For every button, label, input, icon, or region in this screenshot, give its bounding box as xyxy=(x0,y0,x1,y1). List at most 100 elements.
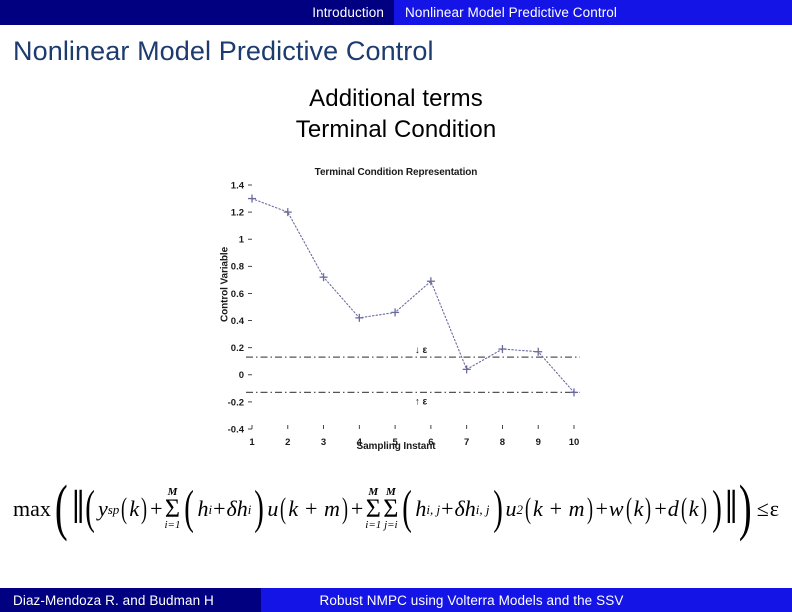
banner-label-current: Nonlinear Model Predictive Control xyxy=(405,5,617,20)
chart-x-ticks: 1 2 3 4 5 6 7 8 9 10 xyxy=(249,425,579,448)
eq-plus-1: + xyxy=(150,496,163,521)
eq-sum-3: M Σ j=i xyxy=(383,487,398,530)
eq-paren-w-open: ( xyxy=(625,492,632,525)
eq-plus-4: + xyxy=(441,496,454,521)
eq-epsilon: ε xyxy=(769,496,780,521)
eq-close-norm-bars: ‖ xyxy=(724,480,739,534)
eq-sum-3-lower: j=i xyxy=(384,518,398,531)
footer-authors: Diaz-Mendoza R. and Budman H xyxy=(13,592,214,608)
chart-y-tick-label: -0.2 xyxy=(228,397,244,408)
eq-paren-h1-open: ( xyxy=(184,480,195,534)
chart-x-tick-label: 8 xyxy=(500,437,505,448)
chart-y-tick-label: 0.6 xyxy=(231,289,244,300)
subtitle-block: Additional terms Terminal Condition xyxy=(0,83,792,145)
banner-section-introduction[interactable]: Introduction xyxy=(0,0,394,25)
chart-upper-epsilon-annotation: ↓ ε xyxy=(415,345,428,356)
eq-relation: ≤ xyxy=(756,496,769,521)
footer-bar: Diaz-Mendoza R. and Budman H Robust NMPC… xyxy=(0,588,792,612)
eq-paren-w-close: ) xyxy=(645,492,652,525)
chart-y-tick-label: 1 xyxy=(239,235,245,246)
eq-paren-km2-close: ) xyxy=(586,492,593,525)
eq-sum-3-glyph: Σ xyxy=(383,494,399,524)
eq-paren-k-open: ( xyxy=(121,492,128,525)
chart-x-tick-label: 5 xyxy=(392,437,398,448)
eq-paren-d-open: ( xyxy=(680,492,687,525)
chart-y-tick-label: 0.4 xyxy=(231,316,245,327)
chart-data-point xyxy=(248,194,256,203)
eq-delta-h-ij-sub: i, j xyxy=(475,501,490,517)
chart-data-point xyxy=(462,365,471,374)
chart-x-tick-label: 6 xyxy=(428,437,433,448)
chart-x-tick-label: 2 xyxy=(285,437,290,448)
chart-epsilon-annotations: ↓ ε ↑ ε xyxy=(415,345,428,407)
eq-k-plus-m-2: k + m xyxy=(533,496,585,521)
chart-lower-epsilon-annotation: ↑ ε xyxy=(415,396,428,407)
chart-series-markers xyxy=(248,194,578,397)
footer-authors-section: Diaz-Mendoza R. and Budman H xyxy=(0,588,261,612)
subtitle-line-1: Additional terms xyxy=(309,85,483,112)
chart-series-line xyxy=(251,198,575,393)
eq-paren-h2-close: ) xyxy=(492,480,503,534)
subtitle-line-2: Terminal Condition xyxy=(295,116,497,143)
eq-plus-3: + xyxy=(350,496,364,521)
chart-data-point xyxy=(498,345,507,354)
eq-sum-2-lower: i=1 xyxy=(365,518,382,531)
eq-sum-1: M Σ i=1 xyxy=(165,487,181,530)
chart-y-tick-label: 0.8 xyxy=(231,262,244,273)
eq-k-1: k xyxy=(129,496,140,521)
eq-w: w xyxy=(608,496,624,521)
chart-y-tick-label: 1.2 xyxy=(231,208,244,219)
terminal-condition-equation: max ( ‖ ( y sp (k) + M Σ i=1 (h i + δh i) u(… xyxy=(12,473,780,542)
eq-delta-h-ij: δh xyxy=(454,496,476,521)
footer-paper-title: Robust NMPC using Volterra Models and th… xyxy=(319,592,624,608)
eq-plus-2: + xyxy=(213,496,226,521)
chart-x-tick-label: 4 xyxy=(357,437,363,448)
eq-h-ij-sub: i, j xyxy=(426,501,441,517)
equation-block: max ( ‖ ( y sp (k) + M Σ i=1 (h i + δh i) u(… xyxy=(0,466,792,552)
chart-x-tick-label: 3 xyxy=(321,437,326,448)
eq-sum-1-lower: i=1 xyxy=(164,518,181,531)
eq-d: d xyxy=(667,496,679,521)
eq-paren-k-close: ) xyxy=(141,492,148,525)
eq-paren-d-close: ) xyxy=(700,492,707,525)
chart-x-tick-label: 1 xyxy=(249,437,255,448)
eq-delta-h-i-sub: i xyxy=(247,501,252,517)
eq-sum-2: M Σ i=1 xyxy=(365,487,381,530)
eq-max-label: max xyxy=(12,496,51,521)
eq-h-ij: h xyxy=(415,496,427,521)
chart-y-tick-label: 1.4 xyxy=(231,180,245,191)
eq-h-i: h xyxy=(197,496,209,521)
eq-y-sp-superscript: sp xyxy=(107,501,120,517)
eq-plus-5: + xyxy=(595,496,608,521)
eq-open-paren-inner: ( xyxy=(85,480,95,534)
chart-y-ticks: 1.4 1.2 1 0.8 0.6 0.4 0.2 0 -0.2 -0.4 xyxy=(228,180,252,435)
eq-k-2: k xyxy=(633,496,644,521)
eq-paren-km1-open: ( xyxy=(280,492,287,525)
eq-plus-6: + xyxy=(654,496,667,521)
chart-plot-area: 1.4 1.2 1 0.8 0.6 0.4 0.2 0 -0.2 -0.4 1 2 3 4 5 6 7 8 9 10… xyxy=(228,180,580,448)
eq-delta-h-i: δh xyxy=(226,496,248,521)
eq-k-plus-m-1: k + m xyxy=(288,496,340,521)
eq-open-paren-outer: ( xyxy=(54,473,68,542)
chart-x-tick-label: 9 xyxy=(536,437,541,448)
eq-sum-1-glyph: Σ xyxy=(164,494,181,524)
banner-section-current[interactable]: Nonlinear Model Predictive Control xyxy=(394,0,792,25)
chart-data-point xyxy=(283,208,292,217)
eq-y-sp: y xyxy=(97,496,108,521)
chart-y-tick-label: 0 xyxy=(239,370,244,381)
top-banner: Introduction Nonlinear Model Predictive … xyxy=(0,0,792,25)
eq-paren-h1-close: ) xyxy=(254,480,265,534)
banner-label-introduction: Introduction xyxy=(312,5,384,20)
chart-y-tick-label: 0.2 xyxy=(231,343,244,354)
eq-u-squared-exp: 2 xyxy=(516,501,524,517)
chart-x-tick-label: 10 xyxy=(569,437,580,448)
eq-paren-km2-open: ( xyxy=(525,492,531,525)
chart-y-tick-label: -0.4 xyxy=(228,424,245,435)
terminal-condition-chart: Terminal Condition Representation Contro… xyxy=(206,167,586,459)
eq-u-1: u xyxy=(267,496,279,521)
eq-open-norm-bars: ‖ xyxy=(71,480,86,534)
chart-epsilon-bounds xyxy=(246,356,580,393)
eq-paren-km1-close: ) xyxy=(341,492,348,525)
eq-u-squared: u xyxy=(505,496,517,521)
eq-paren-h2-open: ( xyxy=(402,480,413,534)
